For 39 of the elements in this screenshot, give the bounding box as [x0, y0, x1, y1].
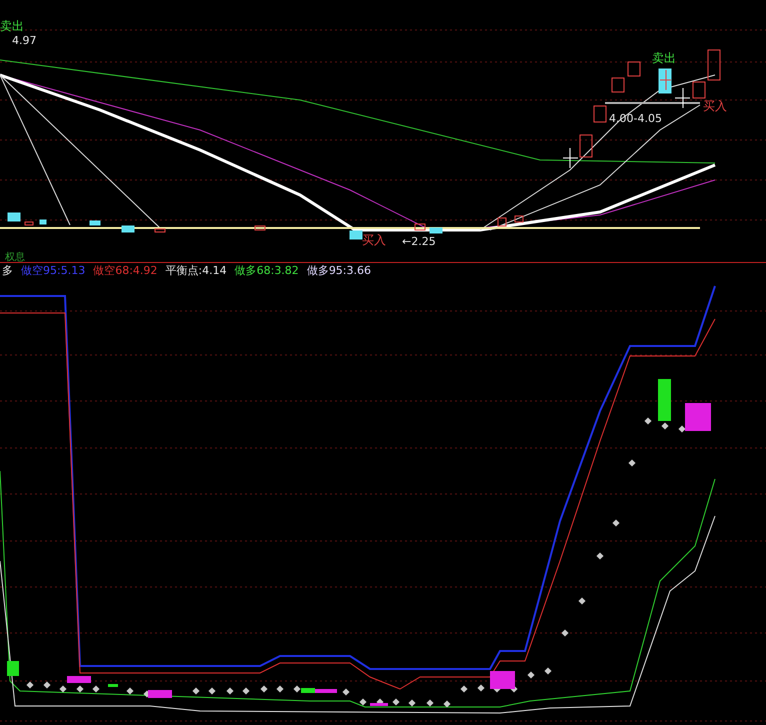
indicator-bar	[148, 690, 172, 698]
candlestick	[90, 220, 100, 226]
candlestick	[122, 226, 134, 232]
indicator-bar	[7, 661, 19, 676]
indicator-bar	[685, 403, 711, 431]
buy-signal-label: 买入	[703, 99, 727, 113]
legend-label: 做多95:3.66	[306, 264, 372, 278]
candlestick	[660, 70, 672, 90]
indicator-bar	[370, 703, 388, 706]
indicator-bar	[108, 684, 118, 687]
legend-label: 做空95:5.13	[21, 264, 86, 278]
candlestick	[414, 224, 426, 230]
legend-label: 平衡点:4.14	[165, 264, 227, 278]
candlestick	[612, 78, 624, 92]
candlestick	[580, 134, 592, 158]
price-label: ←2.25	[402, 235, 436, 248]
candlestick	[708, 50, 720, 80]
buy-signal-label: 买入	[362, 233, 386, 247]
candlestick	[628, 62, 640, 76]
candlestick	[674, 88, 690, 108]
legend-label: 多	[2, 264, 13, 278]
candlestick	[350, 230, 362, 240]
candlestick	[254, 226, 266, 230]
candlestick	[430, 228, 442, 234]
candlestick	[658, 68, 672, 94]
legend-label: 做多68:3.82	[234, 264, 299, 278]
indicator-bar	[490, 671, 515, 689]
candlestick	[8, 212, 20, 222]
indicator-bar	[658, 379, 671, 421]
candlestick	[594, 106, 606, 122]
sell-signal-label: 卖出	[652, 51, 676, 65]
candlestick	[154, 228, 166, 232]
candlestick	[692, 82, 706, 98]
indicator-bar	[67, 676, 91, 683]
ex-rights-label: 权息	[5, 252, 25, 262]
price-label: 4.97	[12, 34, 36, 47]
legend-label: 做空68:4.92	[93, 264, 158, 278]
sell-signal-label: 卖出	[0, 19, 24, 33]
candlestick	[562, 148, 578, 168]
